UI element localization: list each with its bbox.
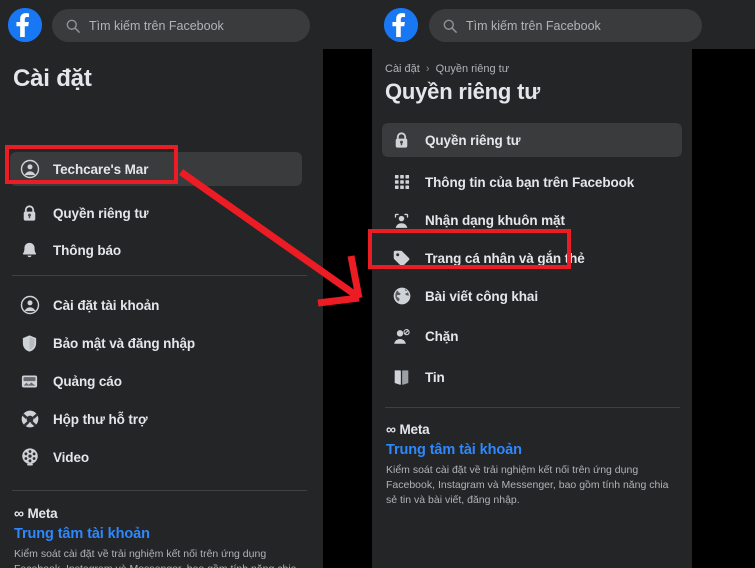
ads-image-icon [19,371,40,392]
meta-brand: ∞ Meta [14,505,304,521]
privacy-item-label: Trang cá nhân và gắn thẻ [425,250,585,266]
top-bar: Tìm kiếm trên Facebook Tìm kiếm trên Fac… [0,0,755,49]
tag-icon [391,248,412,269]
sidebar-item-label: Quyền riêng tư [53,205,149,221]
shield-icon [19,333,40,354]
privacy-item-label: Bài viết công khai [425,288,538,304]
page-title: Cài đặt [13,65,92,92]
screenshot-root: Tìm kiếm trên Facebook Tìm kiếm trên Fac… [0,0,755,568]
privacy-item-nhan-dang-khuon-mat[interactable]: Nhận dạng khuôn mặt [382,203,682,237]
sidebar-item-label: Quảng cáo [53,373,122,389]
account-center-link[interactable]: Trung tâm tài khoản [14,526,304,542]
lifebuoy-icon [19,409,40,430]
meta-brand-name-2: Meta [399,421,430,437]
facebook-logo-glyph-2 [384,8,418,42]
lock-icon [19,203,40,224]
meta-brand-2: ∞ Meta [386,421,682,437]
meta-infinity-icon: ∞ [14,505,24,521]
search-icon [66,19,80,33]
search-input[interactable]: Tìm kiếm trên Facebook [52,9,310,42]
sidebar-item-label: Hộp thư hỗ trợ [53,411,148,427]
account-circle-icon [19,159,40,180]
facebook-logo-2[interactable] [384,8,418,42]
sidebar-item-label: Thông báo [53,242,122,258]
grid-dots-icon [391,172,412,193]
right-page-title: Quyền riêng tư [385,79,540,104]
face-recognition-icon [391,210,412,231]
privacy-item-tin[interactable]: Tin [382,360,682,394]
privacy-item-label: Tin [425,369,445,385]
sidebar-item-thong-bao[interactable]: Thông báo [10,233,302,267]
privacy-item-label: Thông tin của bạn trên Facebook [425,174,635,190]
sidebar-item-label: Cài đặt tài khoản [53,297,160,313]
sidebar-item-bao-mat-va-dang-nhap[interactable]: Bảo mật và đăng nhập [10,326,302,360]
meta-brand-name: Meta [27,505,58,521]
breadcrumb-current: Quyền riêng tư [435,63,510,75]
facebook-logo[interactable] [8,8,42,42]
sidebar-item-label: Techcare's Mar [53,161,149,177]
sidebar-footer-divider [12,490,307,491]
meta-footer-right: ∞ Meta Trung tâm tài khoản Kiểm soát cài… [386,421,682,509]
search-icon-2 [443,19,457,33]
sidebar-item-cai-dat-tai-khoan[interactable]: Cài đặt tài khoản [10,288,302,322]
sidebar-item-quang-cao[interactable]: Quảng cáo [10,364,302,398]
sidebar-item-label: Video [53,449,90,465]
breadcrumb-separator: › [425,63,430,75]
breadcrumb: Cài đặt › Quyền riêng tư [385,63,509,75]
bell-icon [19,240,40,261]
privacy-item-label: Quyền riêng tư [425,132,521,148]
breadcrumb-parent[interactable]: Cài đặt [385,63,420,75]
meta-infinity-icon-2: ∞ [386,421,396,437]
globe-icon [391,286,412,307]
left-settings-panel: Cài đặt Techcare's Mar Quyền riêng tư Th… [0,49,323,568]
privacy-item-bai-viet-cong-khai[interactable]: Bài viết công khai [382,279,682,313]
meta-description-2: Kiểm soát cài đặt về trải nghiệm kết nối… [386,464,669,507]
privacy-footer-divider [385,407,680,408]
right-privacy-panel: Cài đặt › Quyền riêng tư Quyền riêng tư … [372,49,692,568]
search-placeholder-text: Tìm kiếm trên Facebook [89,18,224,33]
top-bar-gap [323,0,372,49]
account-circle-icon [19,295,40,316]
account-center-link-2[interactable]: Trung tâm tài khoản [386,442,682,458]
sidebar-item-hop-thu-ho-tro[interactable]: Hộp thư hỗ trợ [10,402,302,436]
meta-footer-left: ∞ Meta Trung tâm tài khoản Kiểm soát cài… [14,505,304,568]
top-bar-left: Tìm kiếm trên Facebook [0,0,323,49]
search-input-2[interactable]: Tìm kiếm trên Facebook [429,9,702,42]
sidebar-item-quyen-rieng-tu[interactable]: Quyền riêng tư [10,196,302,230]
lock-icon [391,130,412,151]
book-icon [391,367,412,388]
privacy-item-chan[interactable]: Chặn [382,319,682,353]
sidebar-divider [12,275,307,276]
facebook-logo-glyph [8,8,42,42]
privacy-item-label: Nhận dạng khuôn mặt [425,212,565,228]
sidebar-item-label: Bảo mật và đăng nhập [53,335,196,351]
privacy-item-label: Chặn [425,328,459,344]
privacy-item-quyen-rieng-tu[interactable]: Quyền riêng tư [382,123,682,157]
block-user-icon [391,326,412,347]
film-reel-icon [19,447,40,468]
search-placeholder-text-2: Tìm kiếm trên Facebook [466,18,601,33]
sidebar-item-video[interactable]: Video [10,440,302,474]
privacy-item-trang-ca-nhan-va-gan-the[interactable]: Trang cá nhân và gắn thẻ [382,241,682,275]
meta-description: Kiểm soát cài đặt về trải nghiệm kết nối… [14,548,297,568]
sidebar-item-techcares-mar[interactable]: Techcare's Mar [10,152,302,186]
top-bar-right: Tìm kiếm trên Facebook [372,0,755,49]
privacy-item-thong-tin-cua-ban[interactable]: Thông tin của bạn trên Facebook [382,165,682,199]
